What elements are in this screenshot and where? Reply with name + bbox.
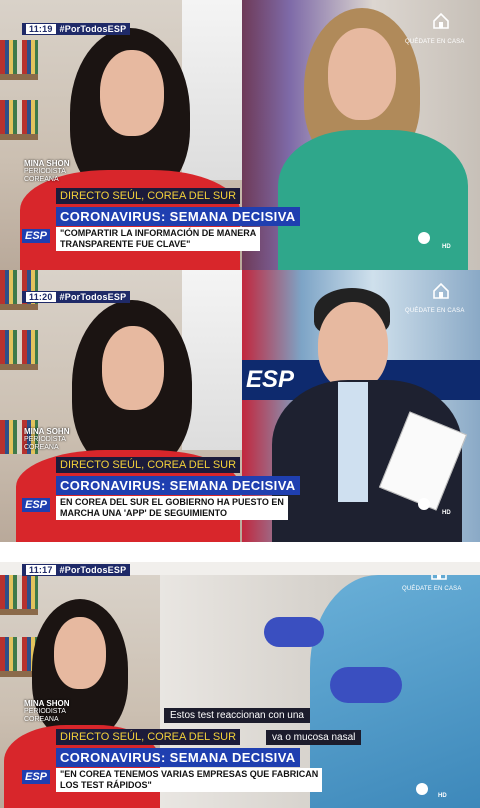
- video-frame-1: QUÉDATE EN CASA HD 11:19 #PorTodosESP MIN…: [0, 0, 480, 270]
- blue-glove-right: [330, 667, 402, 703]
- hashtag: #PorTodosESP: [59, 565, 127, 575]
- location-strap: DIRECTO SEÚL, COREA DEL SUR: [56, 729, 241, 745]
- home-icon: [431, 575, 447, 580]
- video-frame-2: ESP QUÉDATE EN CASA HD 11:20 #PorTodosESP…: [0, 270, 480, 542]
- time-hashtag-tag: 11:17 #PorTodosESP: [22, 564, 131, 576]
- headline-strap: CORONAVIRUS: SEMANA DECISIVA: [56, 476, 300, 495]
- hashtag: #PorTodosESP: [59, 24, 127, 34]
- anchor-video-pane: QUÉDATE EN CASA HD: [242, 0, 480, 270]
- guest-name-card: MINA SHON PERIODISTA COREANA: [24, 699, 70, 724]
- quedate-en-casa-label: QUÉDATE EN CASA: [402, 586, 462, 592]
- esp-logo: ESP: [22, 498, 51, 512]
- headline-strap: CORONAVIRUS: SEMANA DECISIVA: [56, 207, 300, 226]
- guest-name-card: MINA SHON PERIODISTA COREANA: [24, 159, 70, 184]
- quote-strap: EN COREA DEL SUR EL GOBIERNO HA PUESTO E…: [56, 496, 288, 520]
- guest-name-card: MINA SOHN PERIODISTA COREANA: [24, 427, 70, 452]
- time-hashtag-tag: 11:19 #PorTodosESP: [22, 23, 131, 35]
- antena3-logo: [418, 498, 430, 510]
- quote-strap: "EN COREA TENEMOS VARIAS EMPRESAS QUE FA…: [56, 768, 323, 792]
- clock-time: 11:17: [26, 565, 56, 575]
- location-strap: DIRECTO SEÚL, COREA DEL SUR: [56, 457, 241, 473]
- guest-name: MINA SOHN: [24, 427, 70, 436]
- video-frame-3: QUÉDATE EN CASA HD 11:17 #PorTodosESP MIN…: [0, 542, 480, 808]
- hd-badge: HD: [438, 793, 447, 799]
- hd-badge: HD: [442, 244, 451, 250]
- guest-name: MINA SHON: [24, 699, 70, 708]
- guest-name: MINA SHON: [24, 159, 70, 168]
- subtitle-line-2: va o mucosa nasal: [266, 730, 362, 745]
- clock-time: 11:19: [26, 24, 56, 34]
- subtitle-line-1: Estos test reaccionan con una: [164, 708, 310, 723]
- headline-strap: CORONAVIRUS: SEMANA DECISIVA: [56, 748, 300, 767]
- antena3-logo: [416, 783, 428, 795]
- home-icon: [433, 12, 449, 29]
- antena3-logo: [418, 232, 430, 244]
- location-strap: DIRECTO SEÚL, COREA DEL SUR: [56, 188, 241, 204]
- home-icon: [433, 282, 449, 299]
- time-hashtag-tag: 11:20 #PorTodosESP: [22, 291, 131, 303]
- hd-badge: HD: [442, 510, 451, 516]
- wall-esp-logo: ESP: [246, 366, 295, 393]
- quedate-en-casa-label: QUÉDATE EN CASA: [405, 39, 465, 45]
- bookshelf: [0, 40, 38, 74]
- clock-time: 11:20: [26, 292, 56, 302]
- esp-logo: ESP: [22, 770, 51, 784]
- hashtag: #PorTodosESP: [59, 292, 127, 302]
- blue-glove-left: [264, 617, 324, 647]
- quote-strap: "COMPARTIR LA INFORMACIÓN DE MANERA TRANS…: [56, 227, 261, 251]
- quedate-en-casa-label: QUÉDATE EN CASA: [405, 308, 465, 314]
- esp-logo: ESP: [22, 229, 51, 243]
